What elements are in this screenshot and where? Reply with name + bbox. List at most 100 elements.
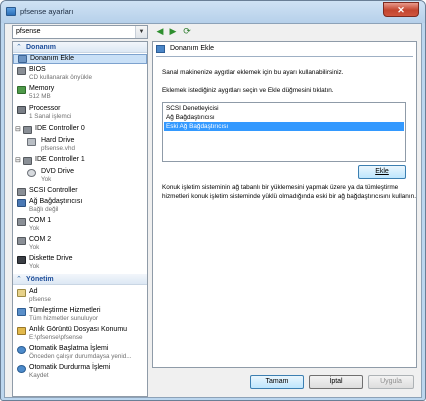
tree-item-sub: 512 MB: [29, 93, 51, 100]
window-app-icon: [6, 7, 16, 16]
cancel-button-label: İptal: [329, 378, 343, 385]
tree-item-bios[interactable]: BIOS CD kullanarak önyükle: [13, 65, 147, 83]
settings-tree: ⌃ Donanım Donanım Ekle BIOS CD kullanara…: [12, 41, 148, 397]
chevron-down-icon[interactable]: ▼: [135, 26, 147, 38]
tree-item-com2[interactable]: COM 2 Yok: [13, 235, 147, 253]
collapse-toggle-icon[interactable]: ⊟: [15, 156, 21, 164]
refresh-icon[interactable]: ⟳: [182, 26, 192, 36]
tree-item-processor[interactable]: Processor 1 Sanal işlemci: [13, 104, 147, 122]
tree-item-network-adapter[interactable]: Ağ Bağdaştırıcısı Bağlı değil: [13, 197, 147, 215]
ok-button[interactable]: Tamam: [250, 375, 304, 389]
port-icon: [17, 237, 26, 245]
list-item-selected[interactable]: Eski Ağ Bağdaştırıcısı: [164, 122, 404, 131]
network-icon: [17, 199, 26, 207]
diskette-icon: [17, 256, 26, 264]
port-icon: [17, 218, 26, 226]
tree-item-ide-controller-1[interactable]: ⊟ IDE Controller 1: [13, 155, 147, 165]
description-line-1: Konuk işletim sisteminin ağ tabanlı bir …: [162, 184, 399, 191]
auto-start-icon: [17, 346, 26, 354]
add-hardware-icon: [18, 55, 27, 63]
tree-item-snapshot-location[interactable]: Anlık Görüntü Dosyası Konumu E:\pfsense\…: [13, 325, 147, 343]
tree-item-sub: pfsense: [29, 296, 52, 303]
tree-item-scsi-controller[interactable]: SCSI Controller: [13, 186, 147, 196]
tree-item-add-hardware[interactable]: Donanım Ekle: [13, 54, 147, 64]
collapse-toggle-icon[interactable]: ⊟: [15, 125, 21, 133]
section-header-hardware[interactable]: ⌃ Donanım: [13, 42, 147, 53]
dvd-icon: [27, 169, 36, 177]
tree-item-label: Otomatik Başlatma İşlemi: [29, 345, 109, 352]
add-hardware-panel: Donanım Ekle Sanal makinenize aygıtlar e…: [152, 41, 417, 368]
integration-icon: [17, 308, 26, 316]
tree-item-label: BIOS: [29, 66, 46, 73]
list-item[interactable]: SCSI Denetleyicisi: [164, 104, 404, 113]
close-button[interactable]: ✕: [383, 2, 419, 17]
folder-icon: [17, 327, 26, 335]
list-item[interactable]: Ağ Bağdaştırıcısı: [164, 113, 404, 122]
section-label: Yönetim: [26, 275, 54, 283]
tree-item-integration-services[interactable]: Tümleştirme Hizmetleri Tüm hizmetler sun…: [13, 306, 147, 324]
section-label: Donanım: [26, 43, 56, 51]
tree-item-label: Memory: [29, 85, 55, 92]
tree-item-sub: E:\pfsense\pfsense: [29, 334, 83, 341]
tree-item-label: IDE Controller 1: [35, 156, 85, 163]
tree-item-label: Tümleştirme Hizmetleri: [29, 307, 101, 314]
tree-item-memory[interactable]: Memory 512 MB: [13, 84, 147, 102]
add-button[interactable]: Ekle: [358, 165, 406, 179]
tree-item-auto-stop[interactable]: Otomatik Durdurma İşlemi Kaydet: [13, 363, 147, 381]
description-line-2: hizmetleri konuk işletim sisteminde yükl…: [162, 193, 416, 200]
panel-title: Donanım Ekle: [170, 45, 214, 52]
tree-item-auto-start[interactable]: Otomatik Başlatma İşlemi Önceden çalışır…: [13, 344, 147, 362]
tree-item-label: Processor: [29, 105, 61, 112]
controller-icon: [17, 188, 26, 196]
header-divider: [156, 56, 413, 57]
apply-button[interactable]: Uygula: [368, 375, 414, 389]
tree-item-label: Otomatik Durdurma İşlemi: [29, 364, 111, 371]
auto-stop-icon: [17, 365, 26, 373]
vm-selector-value: pfsense: [16, 28, 41, 35]
processor-icon: [17, 106, 26, 114]
tree-item-label: Hard Drive: [41, 137, 75, 144]
collapse-icon[interactable]: ⌃: [16, 43, 22, 51]
dialog-button-bar: Tamam İptal Uygula: [152, 370, 417, 397]
section-header-management[interactable]: ⌃ Yönetim: [13, 274, 147, 285]
tree-item-name[interactable]: Ad pfsense: [13, 287, 147, 305]
name-icon: [17, 289, 26, 297]
forward-arrow-icon[interactable]: ▶: [168, 26, 178, 36]
tree-item-sub: Kaydet: [29, 372, 49, 379]
tree-item-label: IDE Controller 0: [35, 125, 85, 132]
tree-item-sub: Önceden çalışır durumdaysa yenid...: [29, 353, 132, 360]
add-button-label: Ekle: [375, 168, 389, 175]
title-bar: pfsense ayarları ✕: [1, 1, 425, 23]
tree-item-sub: Yok: [41, 176, 52, 183]
tree-item-sub: 1 Sanal işlemci: [29, 113, 72, 120]
dialog-client-area: pfsense ▼ ◀ ▶ ⟳ ⌃ Donanım Donanım Ekle B…: [4, 23, 422, 398]
tree-item-dvd-drive[interactable]: DVD Drive Yok: [13, 167, 147, 185]
controller-icon: [23, 126, 32, 134]
tree-item-sub: CD kullanarak önyükle: [29, 74, 92, 81]
collapse-icon[interactable]: ⌃: [16, 275, 22, 283]
tree-item-sub: Yok: [29, 244, 40, 251]
back-arrow-icon[interactable]: ◀: [155, 26, 165, 36]
tree-item-hard-drive[interactable]: Hard Drive pfsense.vhd: [13, 136, 147, 154]
panel-intro-text: Sanal makinenize aygıtlar eklemek için b…: [162, 69, 344, 76]
tree-item-sub: Bağlı değil: [29, 206, 59, 213]
cancel-button[interactable]: İptal: [309, 375, 363, 389]
tree-item-ide-controller-0[interactable]: ⊟ IDE Controller 0: [13, 124, 147, 134]
tree-item-label: Donanım Ekle: [30, 55, 74, 62]
tree-item-diskette-drive[interactable]: Diskette Drive Yok: [13, 254, 147, 272]
tree-item-label: SCSI Controller: [29, 187, 78, 194]
apply-button-label: Uygula: [380, 378, 402, 385]
tree-item-label: Ad: [29, 288, 38, 295]
add-hardware-icon: [156, 45, 165, 53]
device-listbox[interactable]: SCSI Denetleyicisi Ağ Bağdaştırıcısı Esk…: [162, 102, 406, 162]
tree-item-label: Ağ Bağdaştırıcısı: [29, 198, 83, 205]
tree-item-sub: pfsense.vhd: [41, 145, 75, 152]
tree-item-com1[interactable]: COM 1 Yok: [13, 216, 147, 234]
tree-item-label: DVD Drive: [41, 168, 75, 175]
tree-item-label: Diskette Drive: [29, 255, 73, 262]
vm-selector-dropdown[interactable]: pfsense ▼: [12, 25, 148, 39]
settings-window: pfsense ayarları ✕ pfsense ▼ ◀ ▶ ⟳ ⌃ Don…: [0, 0, 426, 401]
chip-icon: [17, 67, 26, 75]
tree-item-sub: Yok: [29, 263, 40, 270]
ok-button-label: Tamam: [265, 378, 289, 385]
